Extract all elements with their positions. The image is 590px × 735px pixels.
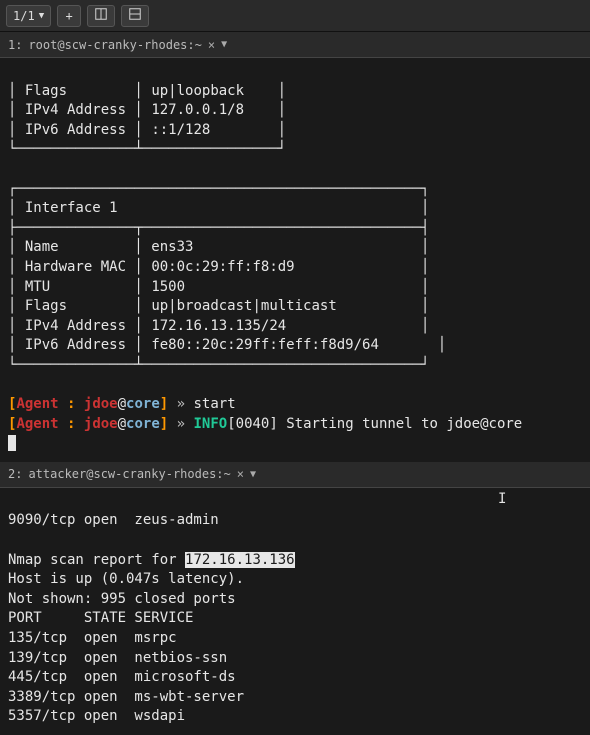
box-row: │ MTU │ 1500 │ (8, 279, 429, 295)
output-line: 9090/tcp open zeus-admin (8, 512, 219, 528)
table-row: 3389/tcp open ms-wbt-server (8, 689, 244, 705)
box-row: │ Name │ ens33 │ (8, 239, 429, 255)
box-top: ┌───────────────────────────────────────… (8, 181, 429, 197)
plus-icon: + (65, 9, 72, 23)
terminal-pane-2[interactable]: 9090/tcp open zeus-admin Nmap scan repor… (0, 488, 590, 735)
cursor (8, 435, 16, 451)
text-cursor-icon: I (498, 490, 506, 510)
layout-icon (94, 7, 108, 24)
pane1-tab-index: 1: (8, 38, 22, 52)
box-row: │ IPv6 Address │ fe80::20c:29ff:feff:f8d… (8, 337, 446, 353)
table-row: 135/tcp open msrpc (8, 630, 177, 646)
new-tab-button[interactable]: + (57, 5, 81, 27)
table-row: 139/tcp open netbios-ssn (8, 650, 227, 666)
prompt-line-1: [Agent : jdoe@core] » start (8, 396, 236, 412)
chevron-down-icon: ▼ (39, 11, 44, 21)
chevron-down-icon[interactable]: ▼ (221, 39, 227, 50)
box-row: │ IPv4 Address │ 172.16.13.135/24 │ (8, 318, 429, 334)
pane2-tab-header[interactable]: 2: attacker@scw-cranky-rhodes:~ × ▼ (0, 462, 590, 488)
pane1-tab-title: root@scw-cranky-rhodes:~ (28, 38, 201, 52)
box-row: │ Flags │ up|broadcast|multicast │ (8, 298, 429, 314)
box-row: │ IPv6 Address │ ::1/128 │ (8, 122, 286, 138)
output-line: Host is up (0.047s latency). (8, 571, 244, 587)
box-row: │ Flags │ up|loopback │ (8, 83, 286, 99)
tab-counter-button[interactable]: 1/1 ▼ (6, 5, 51, 27)
box-row: │ Hardware MAC │ 00:0c:29:ff:f8:d9 │ (8, 259, 429, 275)
box-row: │ IPv4 Address │ 127.0.0.1/8 │ (8, 102, 286, 118)
toolbar: 1/1 ▼ + (0, 0, 590, 32)
layout-button-1[interactable] (87, 5, 115, 27)
highlighted-ip: 172.16.13.136 (185, 552, 295, 568)
prompt-line-2: [Agent : jdoe@core] » INFO[0040] Startin… (8, 416, 522, 432)
box-sep: ├──────────────┬────────────────────────… (8, 220, 429, 236)
scan-line: Nmap scan report for 172.16.13.136 (8, 552, 295, 568)
pane2-tab-index: 2: (8, 467, 22, 481)
box-header: │ Interface 1 │ (8, 200, 429, 216)
terminal-pane-1[interactable]: │ Flags │ up|loopback │ │ IPv4 Address │… (0, 58, 590, 462)
pane1-tab-header[interactable]: 1: root@scw-cranky-rhodes:~ × ▼ (0, 32, 590, 58)
table-row: 5357/tcp open wsdapi (8, 708, 185, 724)
layout-button-2[interactable] (121, 5, 149, 27)
close-icon[interactable]: × (208, 38, 215, 52)
output-line: Not shown: 995 closed ports (8, 591, 236, 607)
close-icon[interactable]: × (237, 467, 244, 481)
table-row: 445/tcp open microsoft-ds (8, 669, 236, 685)
pane2-tab-title: attacker@scw-cranky-rhodes:~ (28, 467, 230, 481)
layout-icon (128, 7, 142, 24)
box-bottom: └──────────────┴────────────────────────… (8, 357, 429, 373)
chevron-down-icon[interactable]: ▼ (250, 469, 256, 480)
box-bottom: └──────────────┴────────────────┘ (8, 141, 286, 157)
tab-counter-label: 1/1 (13, 9, 35, 23)
table-header: PORT STATE SERVICE (8, 610, 193, 626)
